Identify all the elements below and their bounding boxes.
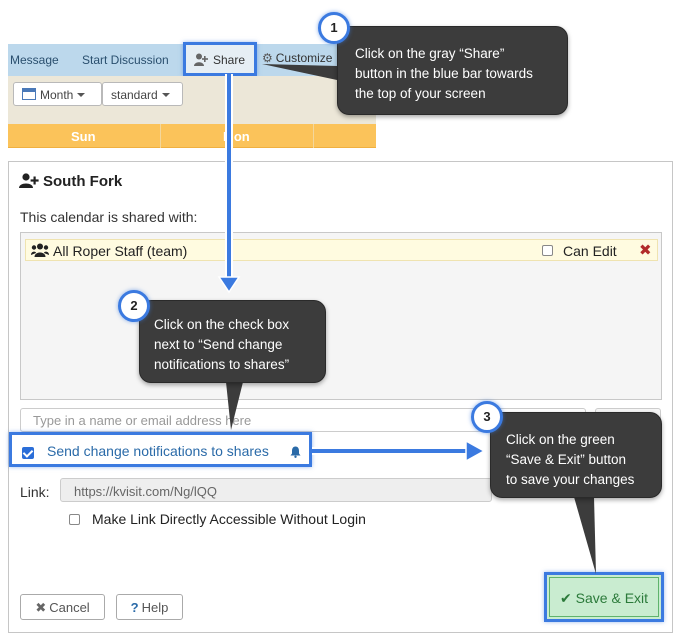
cancel-label: Cancel [49,600,90,615]
direct-access-option[interactable]: Make Link Directly Accessible Without Lo… [69,511,366,529]
step-badge-2: 2 [118,290,150,322]
direct-access-label: Make Link Directly Accessible Without Lo… [92,511,366,527]
callout-3-line: “Save & Exit” button [506,452,627,467]
remove-share-icon[interactable]: ✖ [639,241,652,259]
callout-3-line: Click on the green [506,432,615,447]
save-exit-highlight: ✔ Save & Exit [544,572,664,622]
send-notifications-label: Send change notifications to shares [47,443,269,459]
share-button[interactable]: Share [183,42,257,76]
share-label: Share [213,53,246,67]
dialog-title-text: South Fork [43,173,123,190]
link-label: Link: [20,484,50,500]
send-notifications-checkbox[interactable] [22,447,34,459]
calendar-icon [22,88,36,100]
callout-2-line: next to “Send change [154,337,283,352]
callout-1-line: the top of your screen [355,86,486,101]
save-exit-label: Save & Exit [575,590,649,606]
share-dialog: South Fork This calendar is shared with:… [8,161,673,633]
question-icon: ? [130,600,139,615]
nav-message[interactable]: Message [10,53,59,67]
bell-icon [290,446,301,458]
nav-start-discussion[interactable]: Start Discussion [82,53,169,67]
callout-2: Click on the check box next to “Send cha… [139,300,326,383]
callout-3-line: to save your changes [506,472,635,487]
chevron-down-icon [161,93,170,97]
cancel-button[interactable]: ✖ Cancel [20,594,105,620]
day-header-mon: Mon [223,129,250,144]
check-icon: ✔ [559,590,572,606]
callout-1: Click on the gray “Share” button in the … [337,26,568,115]
dialog-title: South Fork [19,173,122,190]
user-plus-icon [19,173,39,188]
step-badge-3: 3 [471,401,503,433]
callout-2-line: notifications to shares” [154,357,290,372]
help-label: Help [141,600,169,615]
gear-icon: ⚙ [262,51,273,65]
can-edit-label: Can Edit [563,243,617,259]
calendar-day-header: Sun Mon [8,124,376,148]
save-exit-button[interactable]: ✔ Save & Exit [549,577,659,617]
close-icon: ✖ [35,600,47,615]
can-edit-checkbox[interactable] [542,245,553,256]
share-name: All Roper Staff (team) [53,243,188,259]
chevron-down-icon [77,93,86,97]
customize-button[interactable]: ⚙ Customize [262,51,332,65]
day-divider [313,124,314,148]
step-badge-1: 1 [318,12,350,44]
user-plus-icon [194,53,208,66]
callout-3: Click on the green “Save & Exit” button … [490,412,662,498]
calendar-toolbar: Month standard [8,76,376,124]
callout-1-line: button in the blue bar towards [355,66,533,81]
share-row: All Roper Staff (team) Can Edit ✖ [25,239,658,261]
day-header-sun: Sun [71,129,96,144]
share-list: All Roper Staff (team) Can Edit ✖ [20,232,662,400]
link-field[interactable]: https://kvisit.com/Ng/lQQ [60,478,492,502]
help-button[interactable]: ? Help [116,594,183,620]
style-select-value: standard [111,88,158,102]
team-icon [31,243,49,257]
style-select[interactable]: standard [102,82,183,106]
direct-access-checkbox[interactable] [69,514,80,525]
callout-2-line: Click on the check box [154,317,290,332]
customize-label: Customize [275,51,333,65]
view-select-value: Month [40,88,74,102]
view-select[interactable]: Month [13,82,102,106]
send-notifications-option[interactable]: Send change notifications to shares [9,432,312,467]
day-divider [160,124,161,148]
callout-1-line: Click on the gray “Share” [355,46,505,61]
shared-with-label: This calendar is shared with: [20,209,198,225]
